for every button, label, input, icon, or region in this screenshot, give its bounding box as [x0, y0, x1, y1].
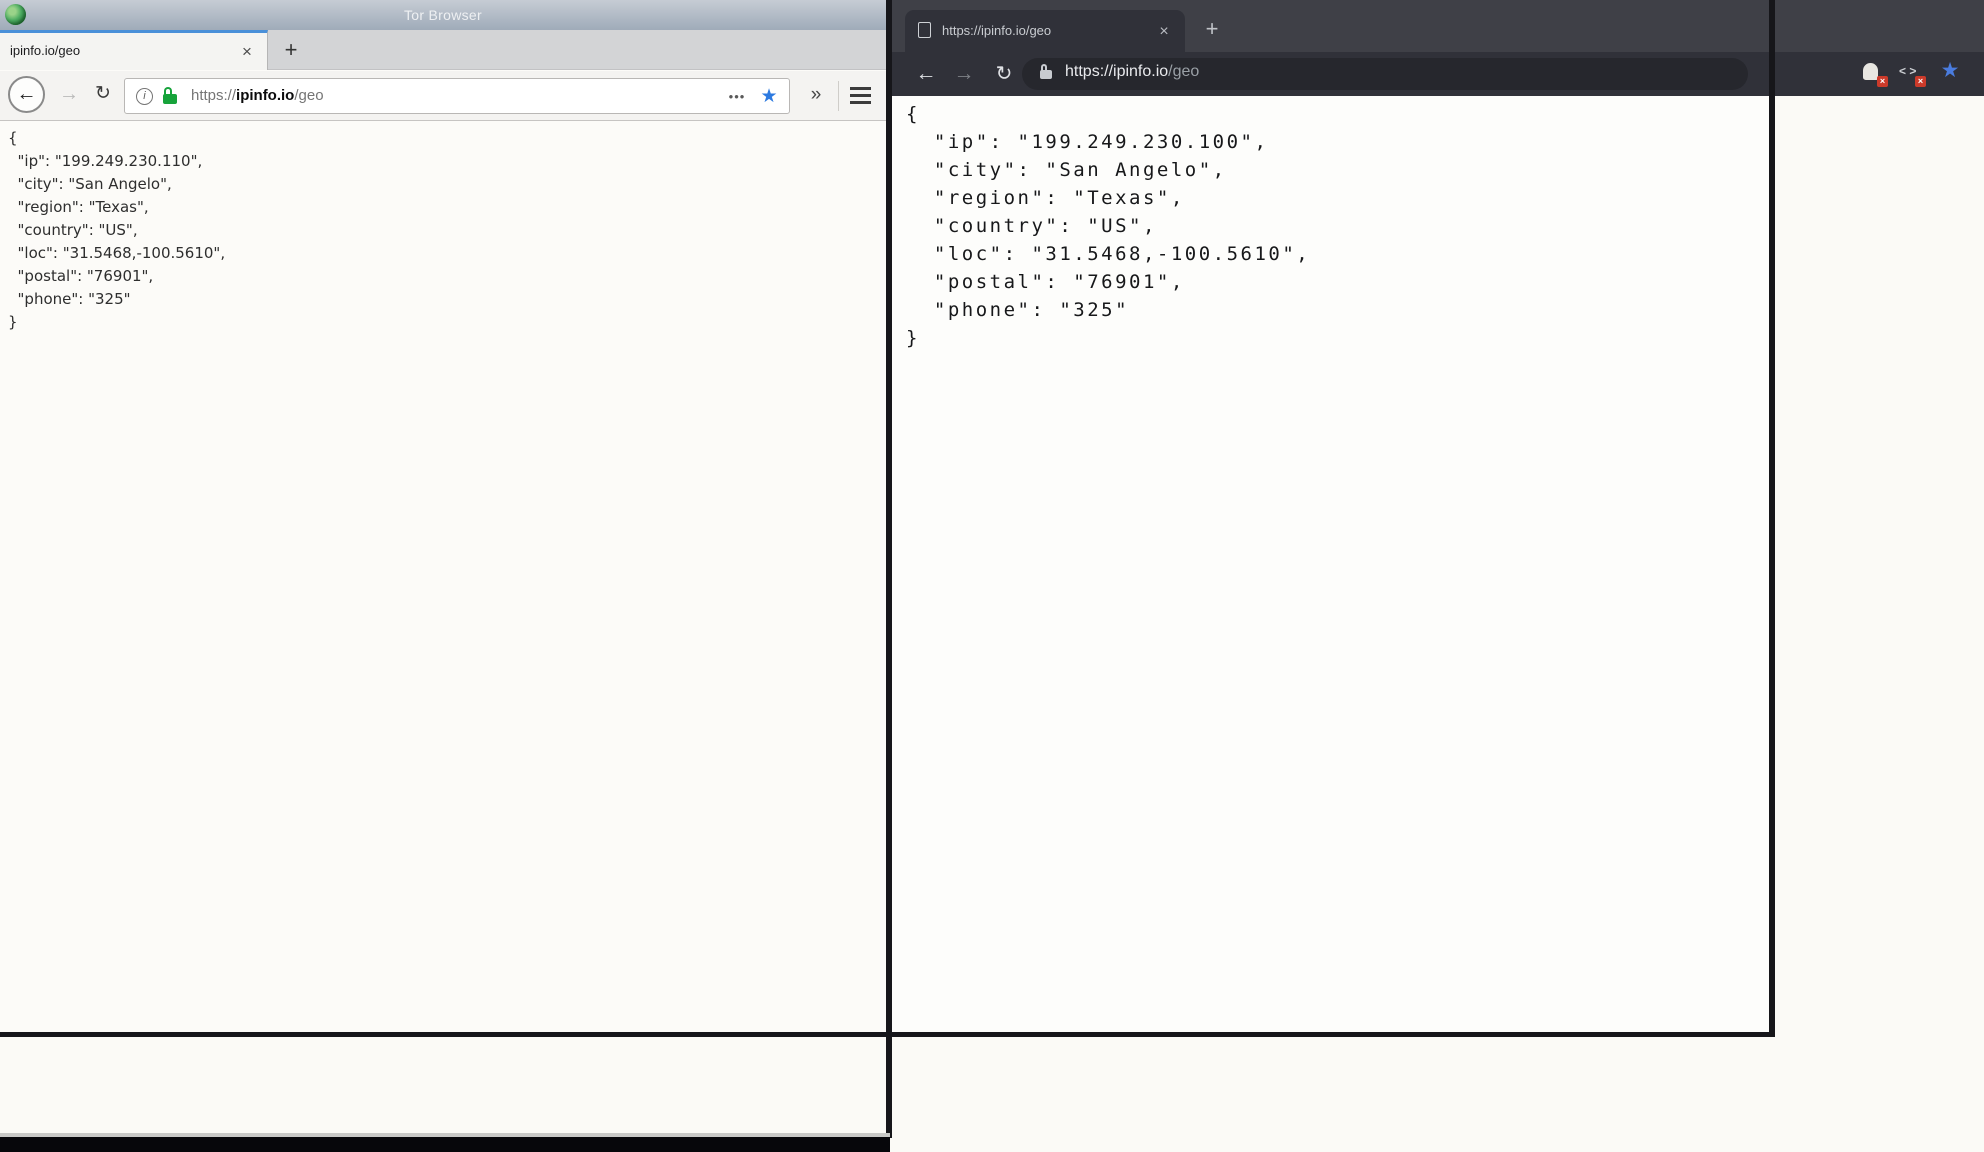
url-bar[interactable]: https://ipinfo.io/geo — [1022, 58, 1748, 90]
toolbar-separator — [838, 81, 839, 111]
background-window-toolbar: × < > × ★ — [1775, 52, 1984, 96]
url-scheme: https:// — [191, 87, 237, 104]
code-extension-icon[interactable]: < > × — [1899, 62, 1926, 87]
new-tab-button[interactable]: + — [274, 34, 308, 67]
url-text[interactable]: https://ipinfo.io/geo — [1065, 63, 1199, 81]
secure-lock-icon[interactable] — [1040, 64, 1052, 79]
ghost-extension-icon[interactable]: × — [1863, 62, 1888, 87]
ghost-icon — [1863, 63, 1878, 80]
url-bar[interactable]: i https://ipinfo.io/geo ••• ★ — [124, 78, 790, 114]
hamburger-menu-icon[interactable] — [848, 85, 874, 107]
page-info-icon[interactable]: i — [136, 88, 153, 105]
window-title: Tor Browser — [404, 7, 482, 23]
tab-bar: https://ipinfo.io/geo × + — [892, 0, 1769, 52]
bookmark-star-icon[interactable]: ★ — [1937, 58, 1963, 83]
chrome-browser-window: https://ipinfo.io/geo × + ← → ↻ https://… — [892, 0, 1769, 1032]
tor-browser-window: Tor Browser ipinfo.io/geo × + ← → ↻ i ht… — [0, 0, 886, 1032]
reload-button[interactable]: ↻ — [988, 59, 1020, 89]
desktop: Tor Browser ipinfo.io/geo × + ← → ↻ i ht… — [0, 0, 1984, 1152]
taskbar-strip — [0, 1137, 890, 1152]
tab-bar: ipinfo.io/geo × + — [0, 30, 886, 70]
navigation-toolbar: ← → ↻ i https://ipinfo.io/geo ••• ★ » — [0, 71, 886, 121]
tab-ipinfo[interactable]: ipinfo.io/geo × — [0, 30, 268, 70]
background-window-tab-bar — [1775, 0, 1984, 52]
tab-ipinfo[interactable]: https://ipinfo.io/geo × — [905, 10, 1185, 52]
extension-badge: × — [1877, 76, 1888, 87]
back-button[interactable]: ← — [8, 76, 45, 113]
back-button[interactable]: ← — [910, 59, 942, 89]
url-text[interactable]: https://ipinfo.io/geo — [191, 87, 324, 104]
url-host: ipinfo.io — [236, 87, 295, 104]
forward-button[interactable]: → — [54, 78, 84, 110]
window-border-right — [1769, 0, 1775, 1037]
tab-close-icon[interactable]: × — [234, 39, 260, 65]
tab-title: https://ipinfo.io/geo — [942, 23, 1052, 38]
url-main: https://ipinfo.io — [1065, 63, 1169, 80]
secure-lock-icon[interactable] — [163, 87, 177, 104]
url-path: /geo — [1168, 63, 1200, 80]
window-border-left — [886, 0, 892, 1138]
extension-badge: × — [1915, 76, 1926, 87]
bookmark-star-icon[interactable]: ★ — [755, 83, 783, 110]
page-actions-icon[interactable]: ••• — [717, 87, 757, 107]
url-path: /geo — [294, 87, 324, 104]
window-border-bottom — [0, 1032, 1775, 1037]
forward-button[interactable]: → — [948, 59, 980, 89]
overflow-chevron-icon[interactable]: » — [800, 79, 832, 111]
navigation-toolbar: ← → ↻ https://ipinfo.io/geo — [892, 52, 1769, 96]
tab-close-icon[interactable]: × — [1153, 21, 1175, 43]
json-response-text: { "ip": "199.249.230.100", "city": "San … — [906, 103, 1311, 349]
tab-title: ipinfo.io/geo — [10, 43, 81, 58]
titlebar[interactable]: Tor Browser — [0, 0, 886, 30]
new-tab-button[interactable]: + — [1197, 15, 1227, 45]
page-document-icon — [918, 22, 931, 38]
reload-button[interactable]: ↻ — [88, 78, 118, 110]
code-icon: < > — [1899, 64, 1917, 78]
json-response-text: { "ip": "199.249.230.110", "city": "San … — [8, 129, 226, 331]
